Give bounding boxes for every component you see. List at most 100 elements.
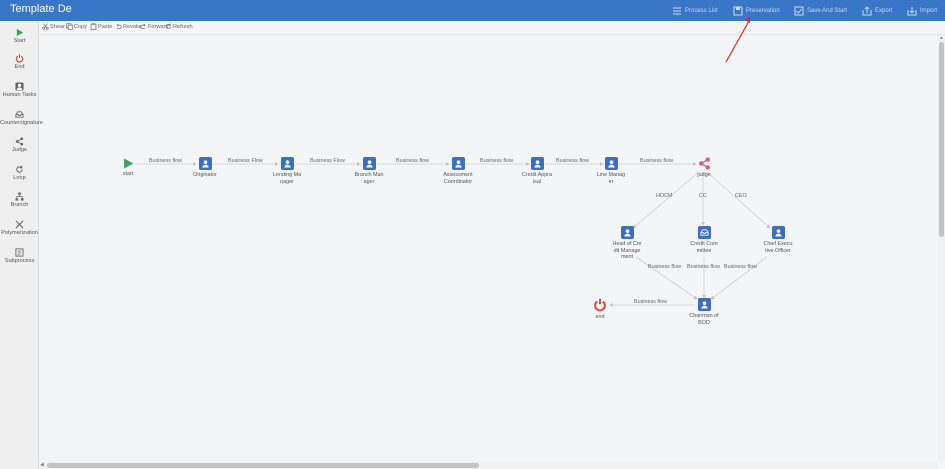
loop-icon	[16, 165, 23, 173]
node-start[interactable]: start	[113, 158, 143, 178]
copy-label: Copy	[74, 23, 88, 30]
node-ceo-label: Chief Executive Officer	[763, 241, 793, 254]
process-list-button[interactable]: Process List	[672, 4, 718, 17]
shear-label: Shear	[50, 23, 65, 30]
tool-polymerization-label: Polymerization	[1, 230, 38, 236]
flow-label: Business flow	[724, 264, 757, 270]
tool-loop[interactable]: Loop	[0, 165, 39, 181]
connector	[632, 171, 700, 229]
tool-end[interactable]: End	[0, 54, 39, 70]
revoke-button[interactable]: Revoke	[115, 23, 142, 30]
edit-toolbar: Shear Copy Paste Revoke Forward Refresh	[39, 21, 945, 35]
import-icon	[907, 6, 917, 15]
scroll-up-arrow-icon[interactable]: ▲	[938, 36, 945, 41]
node-lending-manager-label: Lending Manager	[272, 172, 302, 185]
export-icon	[862, 5, 872, 15]
import-button[interactable]: Import	[907, 4, 937, 17]
tool-countersignature[interactable]: Countersignature	[0, 110, 43, 126]
refresh-label: Refresh	[173, 23, 193, 30]
user-icon	[280, 157, 294, 170]
copy-icon	[66, 23, 73, 30]
tool-start[interactable]: Start	[0, 28, 39, 44]
node-credit-appraisal[interactable]: Credit Appraisal	[522, 157, 552, 185]
flow-canvas[interactable]: start Originator Lending Manager Branch …	[39, 35, 938, 461]
save-and-start-label: Save And Start	[807, 7, 848, 14]
user-icon	[697, 298, 711, 311]
tool-countersignature-label: Countersignature	[0, 120, 43, 126]
save-icon	[733, 6, 743, 15]
share-icon	[698, 157, 710, 170]
node-head-credit[interactable]: Head of Credit Management	[612, 226, 642, 261]
flow-label: Business flow	[648, 264, 681, 270]
tool-judge-label: Judge	[11, 147, 28, 153]
power-icon	[15, 54, 24, 63]
node-end[interactable]: end	[585, 298, 615, 321]
node-credit-committee[interactable]: Credit Committee	[689, 226, 719, 254]
check-icon	[794, 6, 804, 15]
tool-panel: Start End Human Tasks Countersignature J…	[0, 21, 43, 469]
save-and-start-button[interactable]: Save And Start	[794, 4, 847, 17]
power-icon	[594, 298, 606, 312]
preservation-button[interactable]: Preservation	[733, 4, 780, 17]
node-assessment-coordinator[interactable]: Assessment Coordinator	[443, 157, 473, 185]
tool-subprocess[interactable]: Subprocess	[0, 248, 39, 264]
inbox-icon	[15, 111, 24, 118]
refresh-icon	[166, 23, 171, 29]
flow-label: Business flow	[556, 158, 589, 164]
export-button[interactable]: Export	[862, 4, 892, 17]
tool-judge[interactable]: Judge	[0, 137, 39, 153]
user-icon	[198, 157, 212, 170]
flow-label: CEO	[735, 193, 747, 199]
node-line-manager[interactable]: Line Manager	[596, 157, 626, 185]
user-icon	[604, 157, 618, 170]
node-branch-manager-label: Branch Manager	[354, 172, 384, 185]
process-list-label: Process List	[685, 7, 718, 14]
redo-icon	[140, 23, 146, 29]
scroll-left-arrow-icon[interactable]: ◀	[40, 462, 46, 469]
node-judge[interactable]: judge	[689, 157, 719, 179]
user-icon	[530, 157, 544, 170]
node-judge-label: judge	[697, 172, 711, 178]
tool-subprocess-label: Subprocess	[4, 258, 35, 264]
play-icon	[16, 28, 24, 37]
tool-branch[interactable]: Branch	[0, 192, 39, 208]
shear-button[interactable]: Shear	[42, 23, 65, 30]
user-icon	[15, 82, 24, 91]
merge-icon	[15, 220, 24, 229]
node-start-label: start	[122, 171, 134, 177]
undo-icon	[116, 23, 122, 29]
tool-polymerization[interactable]: Polymerization	[0, 220, 39, 236]
node-line-manager-label: Line Manager	[596, 172, 626, 185]
flow-label: Business flow	[634, 299, 667, 305]
copy-button[interactable]: Copy	[66, 23, 87, 30]
node-assessment-coordinator-label: Assessment Coordinator	[443, 172, 473, 185]
paste-icon	[90, 23, 97, 30]
node-chairman[interactable]: Chairman of BOD	[689, 298, 719, 326]
user-icon	[362, 157, 376, 170]
export-label: Export	[875, 7, 893, 14]
node-lending-manager[interactable]: Lending Manager	[272, 157, 302, 185]
node-branch-manager[interactable]: Branch Manager	[354, 157, 384, 185]
share-icon	[15, 137, 24, 146]
flow-label: HOCM	[656, 193, 673, 199]
node-credit-committee-label: Credit Committee	[690, 241, 718, 254]
flow-label: Business Flow	[228, 158, 263, 164]
vertical-scroll-thumb[interactable]	[939, 42, 944, 237]
branch-icon	[15, 192, 24, 201]
refresh-button[interactable]: Refresh	[165, 23, 193, 30]
user-icon	[451, 157, 465, 170]
list-icon	[673, 7, 681, 14]
node-originator[interactable]: Originator	[190, 157, 220, 179]
subprocess-icon	[15, 248, 24, 257]
flow-label: Business flow	[640, 158, 673, 164]
node-end-label: end	[595, 314, 605, 320]
tool-human-tasks[interactable]: Human Tasks	[0, 82, 39, 98]
paste-label: Paste	[98, 23, 113, 30]
preservation-label: Preservation	[746, 7, 780, 14]
flow-label: Business flow	[480, 158, 513, 164]
user-icon	[771, 226, 785, 239]
import-label: Import	[920, 7, 938, 14]
node-ceo[interactable]: Chief Executive Officer	[763, 226, 793, 254]
paste-button[interactable]: Paste	[90, 23, 112, 30]
horizontal-scroll-thumb[interactable]	[47, 463, 479, 468]
